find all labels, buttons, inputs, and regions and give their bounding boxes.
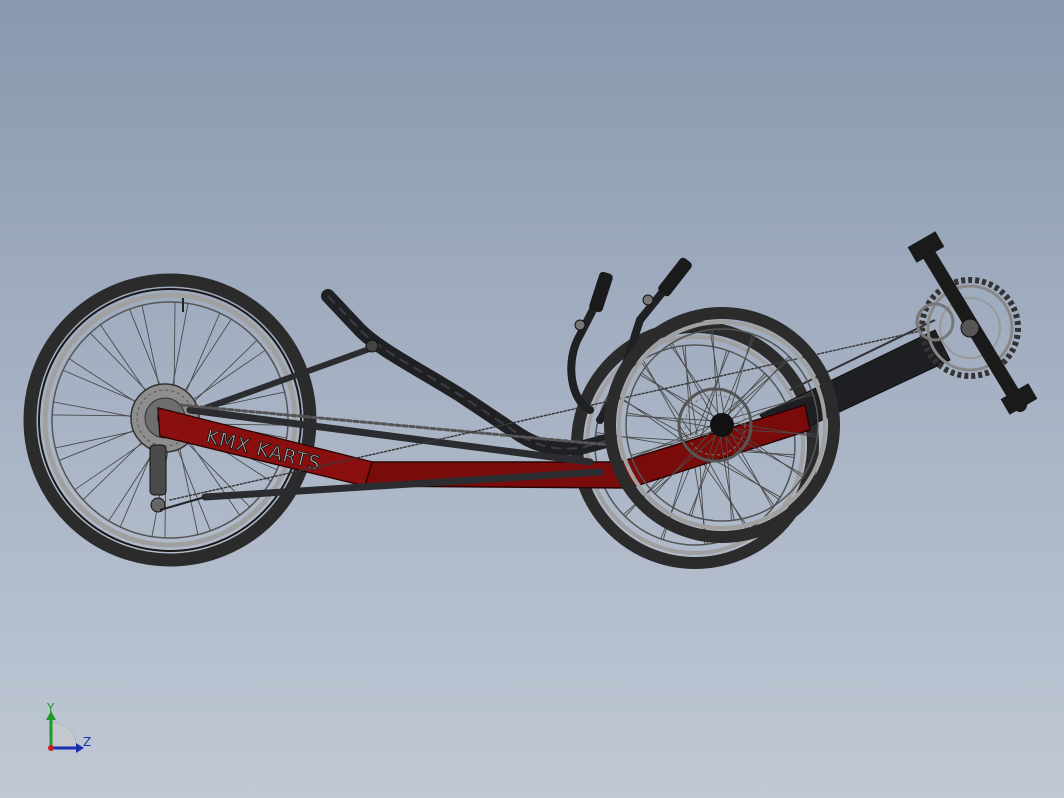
triad-origin [48, 745, 54, 751]
spoke [669, 344, 721, 416]
z-axis-label: Z [83, 735, 91, 749]
trike-model[interactable]: KMX KARTS Y Z [0, 0, 1064, 798]
spoke [639, 374, 716, 418]
view-orientation-triad[interactable]: Y Z [46, 701, 91, 753]
spoke [640, 360, 694, 436]
spoke [671, 342, 715, 419]
crankset[interactable] [907, 231, 1038, 415]
y-axis-label: Y [46, 701, 55, 715]
graphics-viewport[interactable]: KMX KARTS Y Z [0, 0, 1064, 798]
spoke [696, 454, 750, 530]
rear-derailleur [149, 444, 206, 513]
